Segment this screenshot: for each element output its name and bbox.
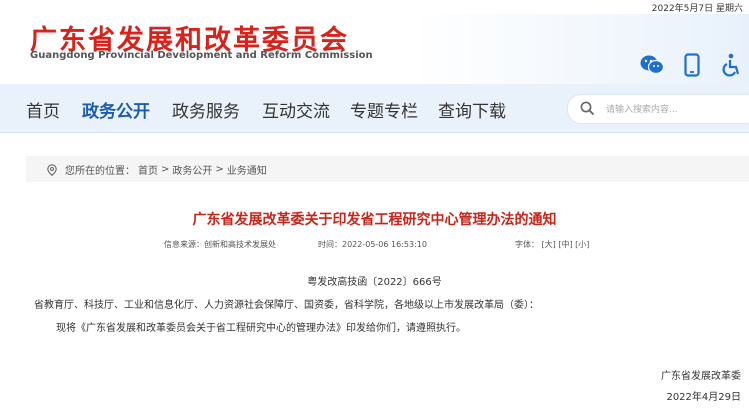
nav-item-home[interactable]: 首页 [26,97,60,122]
search-icon[interactable] [580,101,595,120]
main-nav: 首页 政务公开 政务服务 互动交流 专题专栏 查询下载 请输入搜索内容... [0,84,749,133]
site-header: 广东省发展和改革委员会 Guangdong Provincial Develop… [0,14,749,84]
article-source: 信息来源：创新和高技术发展处 [164,240,276,249]
breadcrumb-item-government-affairs[interactable]: 政务公开 [172,162,212,177]
breadcrumb-item-business-notice[interactable]: 业务通知 [227,162,267,177]
top-bar: 2022年5月7日 星期六 [0,0,749,14]
search-input[interactable]: 请输入搜索内容... [606,102,678,115]
breadcrumb-prefix: 您所在的位置： [65,166,135,177]
current-date: 2022年5月7日 星期六 [651,4,743,14]
breadcrumb-item-home[interactable]: 首页 [138,162,158,177]
nav-item-government-services[interactable]: 政务服务 [172,97,240,122]
signer: 广东省发展改革委 [661,371,741,382]
font-size-large[interactable]: [大] [542,240,556,249]
sign-date: 2022年4月29日 [666,392,741,403]
body-paragraph: 现将《广东省发展和改革委员会关于省工程研究中心的管理办法》印发给你们，请遵照执行… [56,323,466,334]
nav-item-special-topics[interactable]: 专题专栏 [350,97,418,122]
font-size-label: 字体： [515,240,539,249]
site-title-en: Guangdong Provincial Development and Ref… [30,50,373,61]
search-box[interactable]: 请输入搜索内容... [567,94,749,124]
nav-item-downloads[interactable]: 查询下载 [438,97,506,122]
article-time: 时间：2022-05-06 16:53:10 [318,240,427,249]
font-size-medium[interactable]: [中] [558,240,572,249]
breadcrumb: 您所在的位置： 首页 > 政务公开 > 业务通知 [26,156,749,182]
addressee: 省教育厅、科技厅、工业和信息化厅、人力资源社会保障厅、国资委，省科学院，各地级以… [34,300,539,311]
accessibility-icon[interactable] [719,52,745,78]
breadcrumb-separator: > [215,164,224,175]
location-pin-icon [47,163,57,176]
nav-item-government-affairs[interactable]: 政务公开 [82,97,150,122]
breadcrumb-separator: > [161,164,170,175]
nav-item-interaction[interactable]: 互动交流 [262,97,330,122]
document-number: 粤发改高技函〔2022〕666号 [307,277,442,288]
wechat-icon[interactable] [639,52,665,78]
mobile-icon[interactable] [679,52,705,78]
article-title: 广东省发展改革委关于印发省工程研究中心管理办法的通知 [192,212,557,228]
font-size-control: 字体： [大] [中] [小] [515,239,589,250]
font-size-small[interactable]: [小] [575,240,589,249]
